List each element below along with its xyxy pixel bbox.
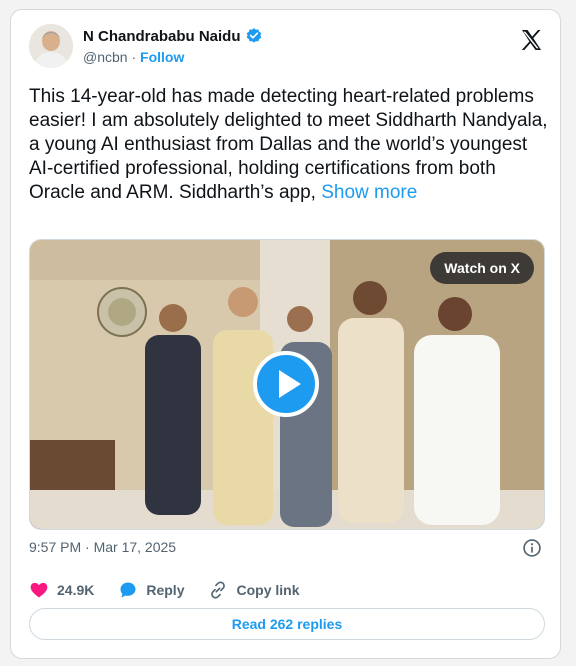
link-icon [211,581,226,599]
tweet-header: N Chandrababu Naidu @ncbn · Follow [29,24,544,76]
handle-separator: · [131,49,137,65]
author-handle[interactable]: @ncbn [83,49,128,65]
tweet-text: This 14-year-old has made detecting hear… [29,85,549,205]
avatar[interactable] [29,24,73,68]
handle-row: @ncbn · Follow [83,49,184,65]
verified-badge-icon [246,28,261,43]
tweet-card: N Chandrababu Naidu @ncbn · Follow This … [10,9,561,659]
info-icon[interactable] [522,538,542,558]
reply-button[interactable]: Reply [118,580,184,600]
author-name-row: N Chandrababu Naidu [83,27,263,45]
tweet-body: This 14-year-old has made detecting hear… [29,86,548,203]
copy-link-button[interactable]: Copy link [208,580,300,600]
action-bar: 24.9K Reply Copy link [29,580,324,600]
heart-icon [30,582,48,598]
watch-on-x-button[interactable]: Watch on X [430,252,534,284]
tweet-video[interactable]: Watch on X [29,239,545,530]
reply-label: Reply [146,582,185,598]
like-button[interactable]: 24.9K [29,580,94,600]
copy-link-label: Copy link [236,582,300,598]
tweet-timestamp[interactable]: 9:57 PM · Mar 17, 2025 [29,539,176,555]
follow-button[interactable]: Follow [140,49,184,65]
reply-bubble-icon [120,582,136,598]
read-replies-button[interactable]: Read 262 replies [29,608,545,640]
show-more-link[interactable]: Show more [321,182,417,203]
play-icon[interactable] [252,350,320,418]
author-name[interactable]: N Chandrababu Naidu [83,28,241,45]
like-count: 24.9K [57,582,95,598]
x-logo-icon[interactable] [518,28,544,52]
